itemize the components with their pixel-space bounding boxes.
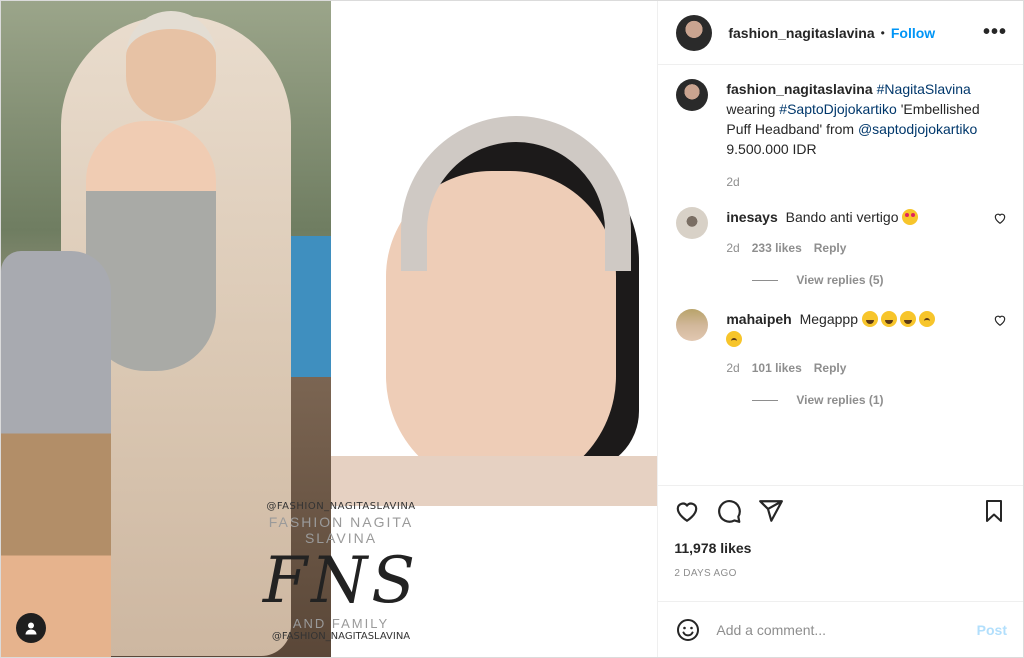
comment-message: Bando anti vertigo	[785, 209, 899, 225]
comment-item: mahaipeh Megappp 2d 101 likes Reply	[676, 309, 1007, 375]
view-replies-button[interactable]: View replies (5)	[752, 273, 1007, 287]
worried-emoji-icon	[726, 331, 743, 347]
comment-likes[interactable]: 233 likes	[752, 241, 802, 255]
comment-username[interactable]: mahaipeh	[726, 311, 791, 327]
worried-emoji-icon	[918, 311, 935, 327]
instagram-post: @FASHION_NAGITASLAVINA FASHION NAGITA SL…	[0, 0, 1024, 658]
caption-fragment: wearing	[726, 101, 776, 117]
more-options-icon[interactable]: •••	[983, 21, 1007, 44]
comment-likes[interactable]: 101 likes	[752, 361, 802, 375]
comment-body: mahaipeh Megappp 2d 101 likes Reply	[726, 309, 1007, 375]
user-tag-button[interactable]	[16, 613, 46, 643]
caption-time[interactable]: 2d	[726, 175, 739, 189]
user-icon	[25, 622, 37, 635]
caption: fashion_nagitaslavina #NagitaSlavina wear…	[676, 79, 1007, 189]
share-button[interactable]	[758, 498, 784, 524]
embellished-headband	[401, 116, 631, 271]
boy-figure	[1, 251, 111, 657]
divider	[752, 399, 779, 401]
reply-button[interactable]: Reply	[814, 361, 847, 375]
post-header: fashion_nagitaslavina • Follow •••	[658, 1, 1023, 65]
likes-count[interactable]: 11,978 likes	[674, 540, 1007, 556]
post-actions: 11,978 likes 2 DAYS AGO	[658, 485, 1023, 579]
follow-button[interactable]: Follow	[891, 25, 935, 41]
comment-username[interactable]: inesays	[726, 209, 777, 225]
comment-icon	[718, 500, 742, 523]
model-shirt	[331, 456, 658, 506]
post-date[interactable]: 2 DAYS AGO	[674, 568, 1007, 579]
watermark-logo: FNS	[262, 544, 420, 618]
avatar[interactable]	[676, 207, 709, 239]
comment-text: inesays Bando anti vertigo	[726, 207, 981, 227]
smiley-icon[interactable]	[676, 618, 700, 642]
watermark-handle-bottom: @FASHION_NAGITASLAVINA	[271, 631, 411, 642]
divider	[752, 279, 779, 281]
heart-icon	[677, 502, 698, 523]
action-icons	[674, 498, 1007, 524]
add-comment-bar: Post	[658, 601, 1023, 657]
caption-text: fashion_nagitaslavina #NagitaSlavina wear…	[726, 79, 1007, 159]
bookmark-icon	[986, 500, 1002, 522]
comment-time[interactable]: 2d	[726, 241, 739, 255]
view-replies-label: View replies (1)	[796, 393, 884, 407]
heart-eyes-emoji-icon	[902, 209, 919, 225]
hashtag-link[interactable]: #NagitaSlavina	[877, 81, 971, 97]
header-username[interactable]: fashion_nagitaslavina	[728, 25, 874, 41]
comment-meta: 2d 233 likes Reply	[726, 241, 981, 255]
laughing-emoji-icon	[861, 311, 878, 327]
watermark-handle-top: @FASHION_NAGITASLAVINA	[266, 501, 416, 512]
post-side-panel: fashion_nagitaslavina • Follow ••• fashi…	[657, 1, 1023, 657]
view-replies-label: View replies (5)	[796, 273, 884, 287]
comment-meta: 2d 101 likes Reply	[726, 361, 981, 375]
avatar[interactable]	[676, 14, 713, 51]
comment-input[interactable]	[716, 621, 977, 638]
laughing-emoji-icon	[880, 311, 897, 327]
comment-item: inesays Bando anti vertigo 2d 233 likes …	[676, 207, 1007, 255]
watermark-name: FASHION NAGITA SLAVINA	[268, 514, 414, 546]
comment-text: mahaipeh Megappp	[726, 309, 981, 349]
post-media[interactable]: @FASHION_NAGITASLAVINA FASHION NAGITA SL…	[1, 1, 658, 657]
save-button[interactable]	[981, 498, 1007, 524]
comment-time[interactable]: 2d	[726, 361, 739, 375]
comments-list[interactable]: fashion_nagitaslavina #NagitaSlavina wear…	[658, 65, 1023, 485]
watermark-family: AND FAMILY	[292, 616, 390, 631]
mother-head	[126, 11, 216, 121]
header-separator: •	[880, 25, 885, 40]
hashtag-link[interactable]: #SaptoDjojokartiko	[779, 101, 897, 117]
caption-body: fashion_nagitaslavina #NagitaSlavina wear…	[726, 79, 1007, 189]
caption-username[interactable]: fashion_nagitaslavina	[726, 81, 872, 97]
headband-photo	[331, 1, 658, 506]
laughing-emoji-icon	[899, 311, 916, 327]
watermark: @FASHION_NAGITASLAVINA FASHION NAGITA SL…	[241, 501, 441, 642]
avatar[interactable]	[676, 309, 709, 341]
mention-link[interactable]: @saptodjojokartiko	[858, 121, 977, 137]
share-icon	[759, 500, 784, 522]
comment-body: inesays Bando anti vertigo 2d 233 likes …	[726, 207, 1007, 255]
heart-icon[interactable]	[993, 313, 1007, 327]
reply-button[interactable]: Reply	[814, 241, 847, 255]
comment-message: Megappp	[799, 311, 858, 327]
caption-fragment: 9.500.000 IDR	[726, 141, 817, 157]
heart-icon[interactable]	[993, 211, 1007, 225]
post-button[interactable]: Post	[977, 622, 1007, 638]
like-button[interactable]	[674, 498, 700, 524]
view-replies-button[interactable]: View replies (1)	[752, 393, 1007, 407]
comment-button[interactable]	[716, 498, 742, 524]
avatar[interactable]	[676, 79, 709, 111]
caption-meta: 2d	[726, 175, 1007, 189]
